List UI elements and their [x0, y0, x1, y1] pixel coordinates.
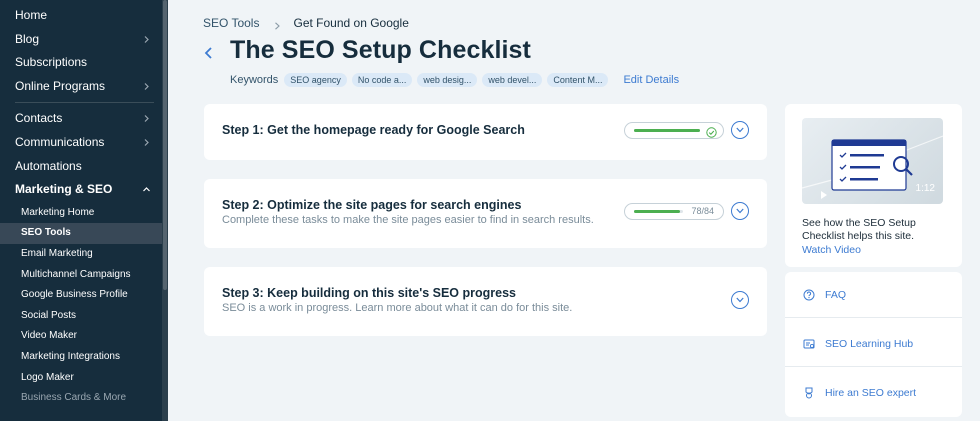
sidebar-item-marketing-seo[interactable]: Marketing & SEO	[0, 178, 168, 202]
expert-badge-icon	[803, 387, 815, 399]
edit-details-link[interactable]: Edit Details	[623, 74, 679, 86]
hire-seo-expert-link[interactable]: Hire an SEO expert	[785, 370, 962, 416]
chevron-down-icon	[736, 127, 744, 133]
step-card-3[interactable]: Step 3: Keep building on this site's SEO…	[204, 267, 767, 336]
keywords-label: Keywords	[230, 74, 279, 86]
scrollbar-thumb[interactable]	[163, 0, 167, 290]
sidebar-item-label: Contacts	[15, 111, 63, 126]
faq-link[interactable]: FAQ	[785, 272, 962, 318]
sidebar-subitem-email-marketing[interactable]: Email Marketing	[0, 244, 168, 265]
sidebar-subitem-google-business-profile[interactable]: Google Business Profile	[0, 285, 168, 306]
sidebar-item-blog[interactable]: Blog	[0, 28, 168, 52]
main-content: SEO Tools Get Found on Google The SEO Se…	[168, 0, 980, 421]
step-subtitle: SEO is a work in progress. Learn more ab…	[222, 302, 573, 314]
step-progress-bar: 78/84	[624, 203, 724, 220]
expand-step-button[interactable]	[731, 121, 749, 139]
sidebar-subitem-business-cards[interactable]: Business Cards & More	[0, 388, 168, 409]
sidebar-sub-group: Marketing Home SEO Tools Email Marketing…	[0, 203, 168, 409]
sidebar-item-label: Home	[15, 8, 48, 22]
keyword-chip: No code a...	[351, 73, 413, 87]
seo-learning-hub-link[interactable]: SEO Learning Hub	[785, 321, 962, 367]
sidebar-subitem-marketing-integrations[interactable]: Marketing Integrations	[0, 347, 168, 368]
breadcrumb-current: Get Found on Google	[293, 16, 409, 30]
sidebar-item-home[interactable]: Home	[0, 4, 168, 28]
keywords-row: Keywords SEO agency No code a... web des…	[230, 72, 679, 88]
step-card-2[interactable]: Step 2: Optimize the site pages for sear…	[204, 179, 767, 248]
sidebar-item-subscriptions[interactable]: Subscriptions	[0, 51, 168, 75]
chevron-right-icon	[273, 19, 281, 30]
chevron-right-icon	[143, 139, 150, 146]
sidebar-item-online-programs[interactable]: Online Programs	[0, 75, 168, 99]
sidebar-item-label: Communications	[15, 134, 105, 149]
sidebar-item-communications[interactable]: Communications	[0, 131, 168, 155]
page-title: The SEO Setup Checklist	[230, 36, 531, 64]
sidebar: Home Blog Subscriptions Online Programs …	[0, 0, 168, 421]
sidebar-divider	[15, 102, 154, 104]
sidebar-item-label: Subscriptions	[15, 55, 88, 70]
step-title: Step 1: Get the homepage ready for Googl…	[222, 123, 525, 137]
chevron-right-icon	[143, 115, 150, 123]
chevron-up-icon	[143, 186, 150, 193]
chevron-right-icon	[143, 35, 150, 43]
step-card-1[interactable]: Step 1: Get the homepage ready for Googl…	[204, 104, 767, 160]
watch-video-link[interactable]: Watch Video	[802, 244, 861, 256]
sidebar-subitem-logo-maker[interactable]: Logo Maker	[0, 368, 168, 389]
sidebar-subitem-video-maker[interactable]: Video Maker	[0, 326, 168, 347]
step-title: Step 2: Optimize the site pages for sear…	[222, 198, 522, 212]
chevron-down-icon	[736, 208, 744, 214]
sidebar-item-label: Online Programs	[15, 78, 106, 93]
back-button[interactable]	[201, 44, 217, 62]
sidebar-subitem-marketing-home[interactable]: Marketing Home	[0, 203, 168, 224]
video-thumbnail[interactable]: 1:12	[802, 118, 943, 204]
progress-count: 78/84	[691, 206, 714, 216]
breadcrumb-parent[interactable]: SEO Tools	[203, 16, 259, 30]
sidebar-top-group: Home Blog Subscriptions Online Programs	[0, 4, 168, 98]
sidebar-mid-group: Contacts Communications Automations Mark…	[0, 107, 168, 201]
help-links-card: FAQ SEO Learning Hub Hire an SEO expert	[785, 272, 962, 417]
progress-fill	[634, 129, 700, 132]
chevron-down-icon	[736, 297, 744, 303]
video-description: See how the SEO Setup Checklist helps th…	[802, 217, 916, 242]
sidebar-item-label: Marketing & SEO	[15, 182, 113, 197]
hire-seo-expert-label: Hire an SEO expert	[825, 387, 917, 399]
keyword-chip: web desig...	[417, 73, 478, 87]
keyword-chip: SEO agency	[284, 73, 347, 87]
breadcrumb: SEO Tools Get Found on Google	[203, 16, 409, 30]
step-subtitle: Complete these tasks to make the site pa…	[222, 214, 594, 226]
video-card: 1:12 See how the SEO Setup Checklist hel…	[785, 104, 962, 267]
keyword-chip: Content M...	[547, 73, 609, 87]
step-progress-bar	[624, 122, 724, 139]
question-circle-icon	[803, 289, 815, 301]
sidebar-item-label: Automations	[15, 158, 82, 173]
faq-label: FAQ	[825, 288, 847, 301]
expand-step-button[interactable]	[731, 202, 749, 220]
chevron-left-icon	[204, 47, 212, 59]
sidebar-item-contacts[interactable]: Contacts	[0, 107, 168, 131]
sidebar-item-label: Blog	[15, 31, 40, 46]
sidebar-subitem-social-posts[interactable]: Social Posts	[0, 306, 168, 327]
step-title: Step 3: Keep building on this site's SEO…	[222, 286, 516, 300]
expand-step-button[interactable]	[731, 291, 749, 309]
learning-hub-icon	[803, 338, 815, 350]
video-duration: 1:12	[915, 183, 935, 194]
check-circle-icon	[706, 125, 717, 138]
sidebar-subitem-seo-tools[interactable]: SEO Tools	[0, 223, 168, 244]
progress-fill	[634, 210, 680, 213]
chevron-right-icon	[143, 82, 150, 90]
seo-learning-hub-label: SEO Learning Hub	[825, 337, 914, 350]
keyword-chip: web devel...	[482, 73, 543, 87]
sidebar-subitem-multichannel-campaigns[interactable]: Multichannel Campaigns	[0, 265, 168, 286]
sidebar-item-automations[interactable]: Automations	[0, 155, 168, 179]
